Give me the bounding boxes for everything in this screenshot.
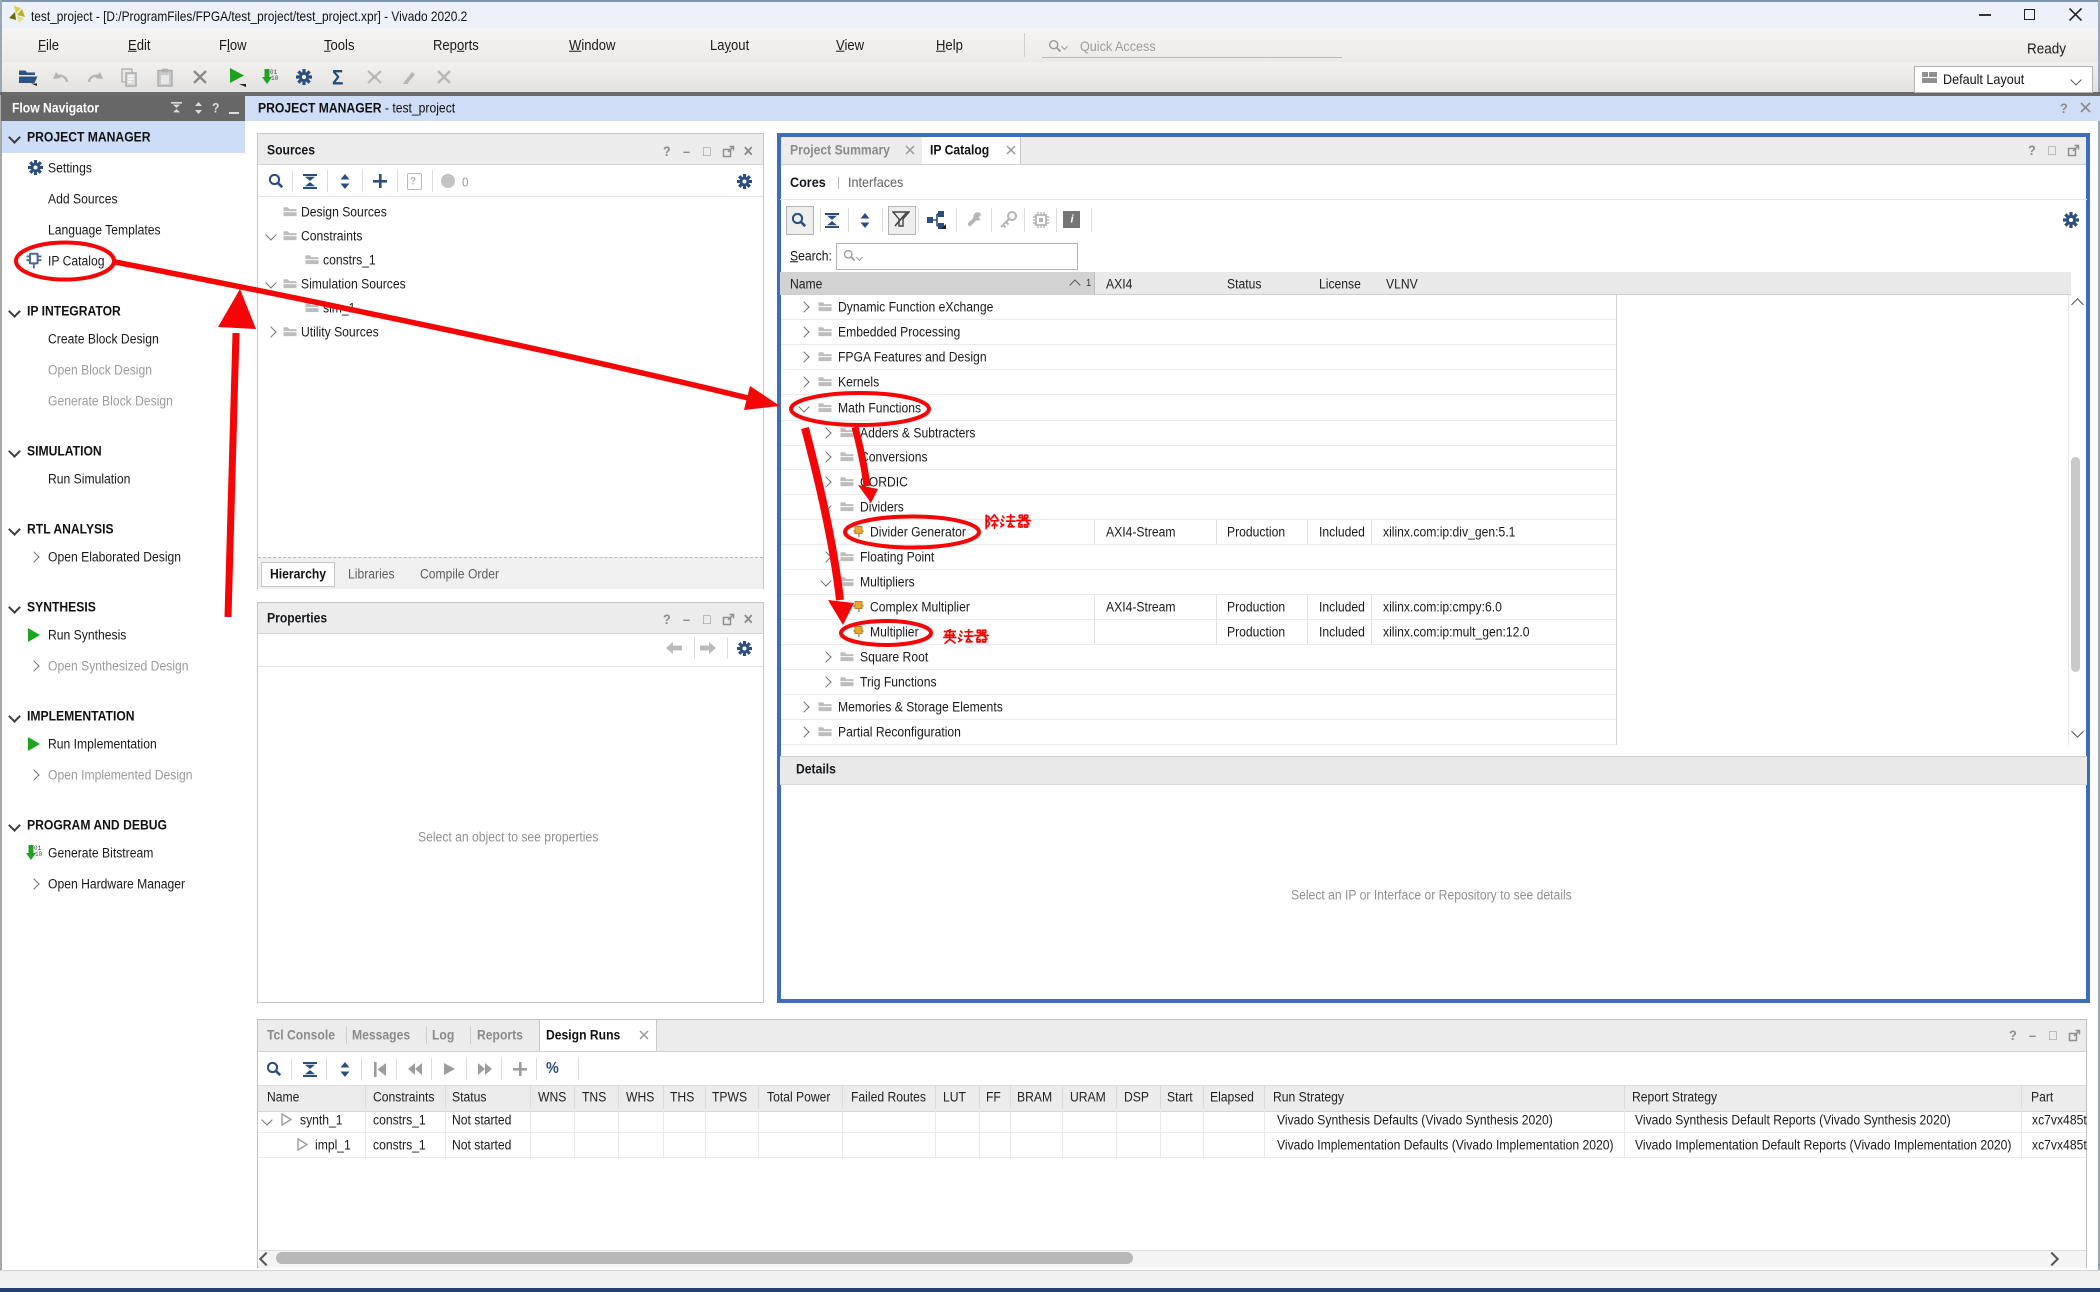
svg-text:10: 10: [271, 75, 279, 82]
svg-text:10: 10: [35, 851, 43, 858]
